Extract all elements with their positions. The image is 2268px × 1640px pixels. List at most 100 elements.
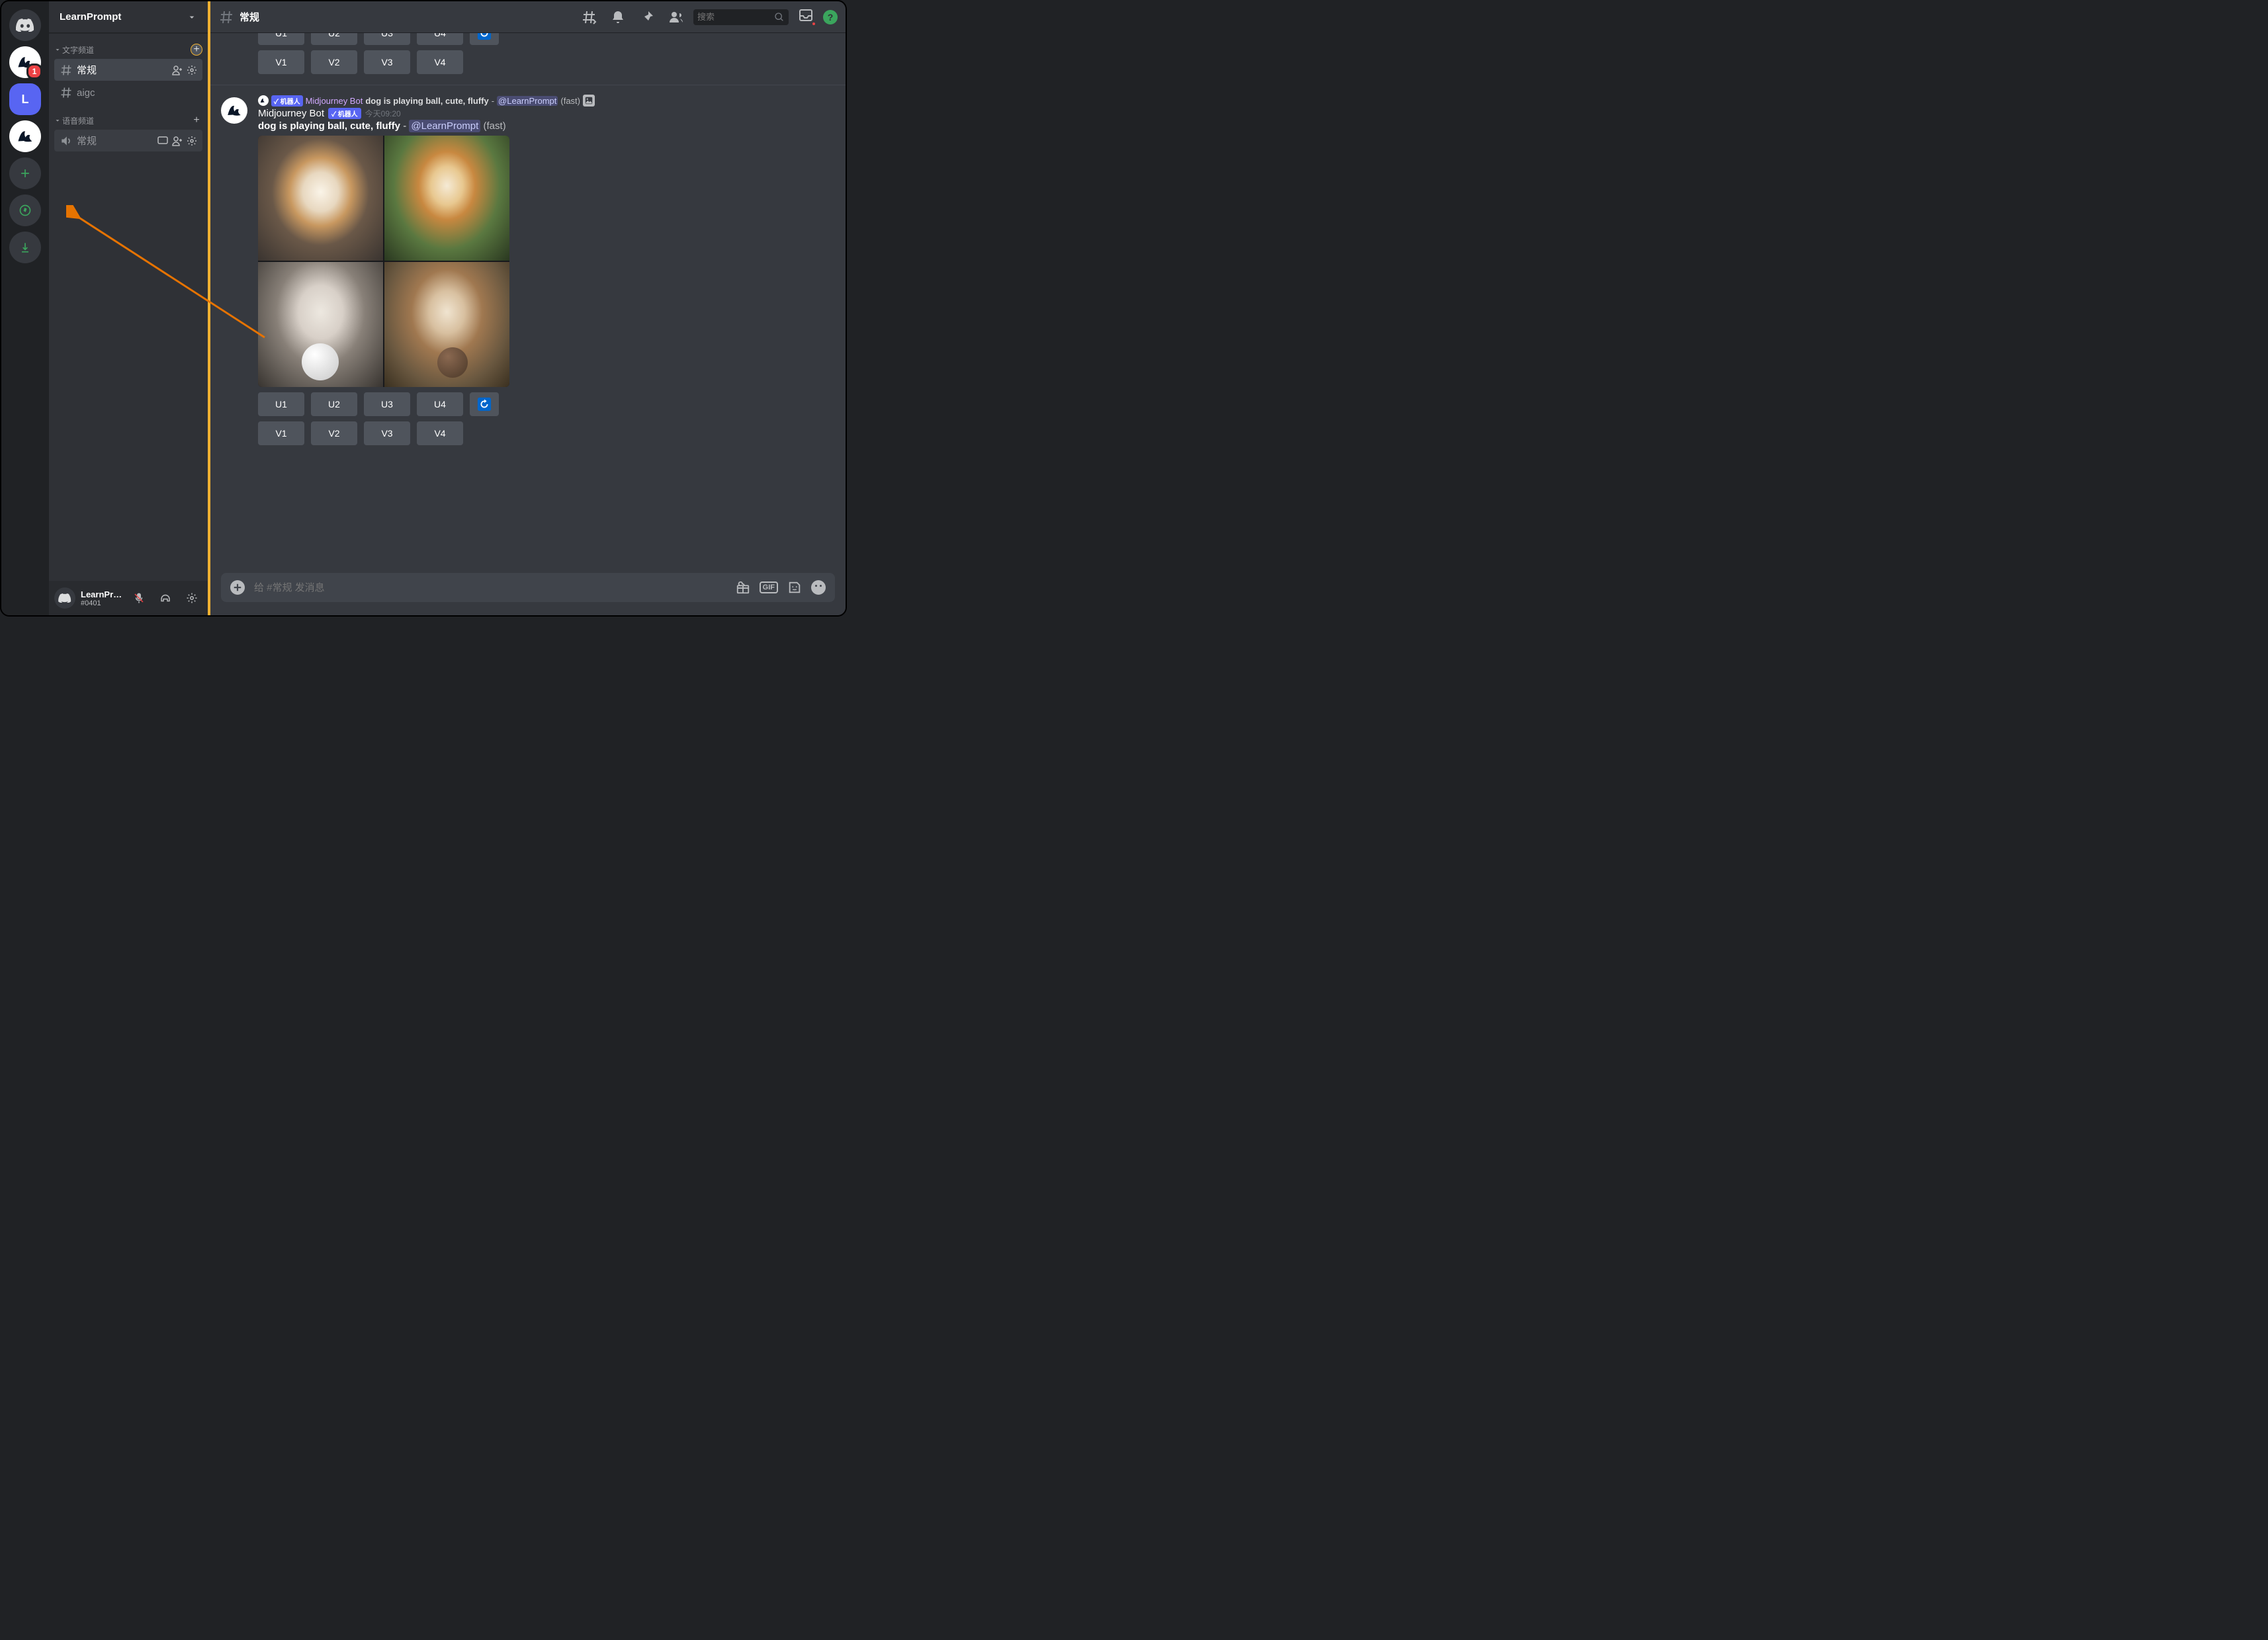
settings-button[interactable] [181,587,202,609]
button-reroll[interactable] [470,392,499,416]
speaker-icon [60,134,73,148]
threads-icon[interactable] [581,9,597,25]
bot-tag: ✓ 机器人 [271,95,303,107]
user-avatar[interactable] [54,587,75,609]
message-list: U1 U2 U3 U4 V1 V2 V3 V4 [210,33,846,573]
chevron-down-icon [54,117,61,124]
search-icon [774,12,785,22]
user-tag: #0401 [81,599,123,607]
button-u1[interactable]: U1 [258,33,304,45]
button-u1[interactable]: U1 [258,392,304,416]
invite-icon[interactable] [172,65,183,75]
button-u2[interactable]: U2 [311,33,357,45]
image-cell-2[interactable] [384,136,509,261]
image-cell-3[interactable] [258,262,383,387]
button-v2[interactable]: V2 [311,421,357,445]
gif-button[interactable]: GIF [760,582,778,593]
reply-mode: (fast) [560,96,580,106]
help-button[interactable]: ? [823,10,838,24]
message-1: U1 U2 U3 U4 V1 V2 V3 V4 [210,33,846,75]
download-button[interactable] [9,232,41,263]
pin-icon[interactable] [639,9,655,25]
main-content: 常规 ? [208,1,846,615]
notifications-icon[interactable] [610,9,626,25]
message-content: dog is playing ball, cute, fluffy - @Lea… [258,120,835,132]
button-u3[interactable]: U3 [364,392,410,416]
server-name: LearnPrompt [60,11,121,22]
button-u4[interactable]: U4 [417,33,463,45]
category-voice[interactable]: 语音频道 + [49,104,208,129]
image-icon [583,95,595,107]
mute-button[interactable] [128,587,150,609]
image-cell-4[interactable] [384,262,509,387]
sticker-icon[interactable] [787,580,802,595]
hash-icon [60,64,73,77]
inbox-dot [811,21,816,26]
deafen-button[interactable] [155,587,176,609]
message-composer: GIF [221,573,835,602]
add-server-button[interactable] [9,157,41,189]
server-midjourney-1[interactable]: 1 [9,46,41,78]
reply-reference[interactable]: ✓ 机器人 Midjourney Bot dog is playing ball… [258,95,835,107]
button-v1[interactable]: V1 [258,421,304,445]
notification-badge: 1 [26,64,42,79]
server-rail: 1 L [1,1,49,615]
button-u4[interactable]: U4 [417,392,463,416]
message-timestamp: 今天09:20 [365,108,401,119]
home-button[interactable] [9,9,41,41]
reply-text: dog is playing ball, cute, fluffy [365,96,488,106]
chat-icon[interactable] [157,136,168,146]
inbox-button[interactable] [794,7,818,26]
members-icon[interactable] [668,9,684,25]
invite-icon[interactable] [172,136,183,146]
add-voice-channel-button[interactable]: + [191,114,202,126]
gift-icon[interactable] [736,580,750,595]
message-input[interactable] [254,582,726,593]
attach-button[interactable] [230,580,245,595]
button-v2[interactable]: V2 [311,50,357,74]
hash-icon [218,9,234,25]
bot-avatar[interactable] [221,97,247,124]
server-midjourney-2[interactable] [9,120,41,152]
upscale-row-1: U1 U2 U3 U4 [258,33,835,45]
button-v4[interactable]: V4 [417,50,463,74]
category-text[interactable]: 文字频道 + [49,33,208,58]
server-header[interactable]: LearnPrompt [49,1,208,33]
mention[interactable]: @LearnPrompt [409,120,480,132]
voice-channel-general[interactable]: 常规 [54,130,202,151]
user-name: LearnPro... [81,589,123,599]
channel-sidebar: LearnPrompt 文字频道 + 常规 aigc 语音频道 [49,1,208,615]
button-v1[interactable]: V1 [258,50,304,74]
image-cell-1[interactable] [258,136,383,261]
message-2: ✓ 机器人 Midjourney Bot dog is playing ball… [210,92,846,447]
variation-row-1: V1 V2 V3 V4 [258,50,835,74]
gear-icon[interactable] [187,65,197,75]
image-grid-2[interactable] [258,136,509,387]
button-u2[interactable]: U2 [311,392,357,416]
message-author[interactable]: Midjourney Bot [258,108,324,119]
server-learnprompt[interactable]: L [9,83,41,115]
hash-icon [60,86,73,99]
bot-tag: ✓ 机器人 [328,108,361,119]
button-v3[interactable]: V3 [364,421,410,445]
channel-title: 常规 [240,10,259,24]
user-panel: LearnPro... #0401 [49,581,208,615]
search-box[interactable] [693,9,789,25]
variation-row-2: V1 V2 V3 V4 [258,421,835,445]
button-reroll[interactable] [470,33,499,45]
reply-author: Midjourney Bot [306,96,363,106]
button-v4[interactable]: V4 [417,421,463,445]
emoji-button[interactable] [811,580,826,595]
reply-avatar-icon [258,95,269,106]
button-v3[interactable]: V3 [364,50,410,74]
explore-button[interactable] [9,194,41,226]
button-u3[interactable]: U3 [364,33,410,45]
channel-general[interactable]: 常规 [54,59,202,81]
chevron-down-icon [187,12,197,22]
search-input[interactable] [697,12,771,22]
chevron-down-icon [54,46,61,53]
add-text-channel-button[interactable]: + [191,44,202,56]
gear-icon[interactable] [187,136,197,146]
channel-aigc[interactable]: aigc [54,82,202,103]
channel-topbar: 常规 ? [210,1,846,33]
